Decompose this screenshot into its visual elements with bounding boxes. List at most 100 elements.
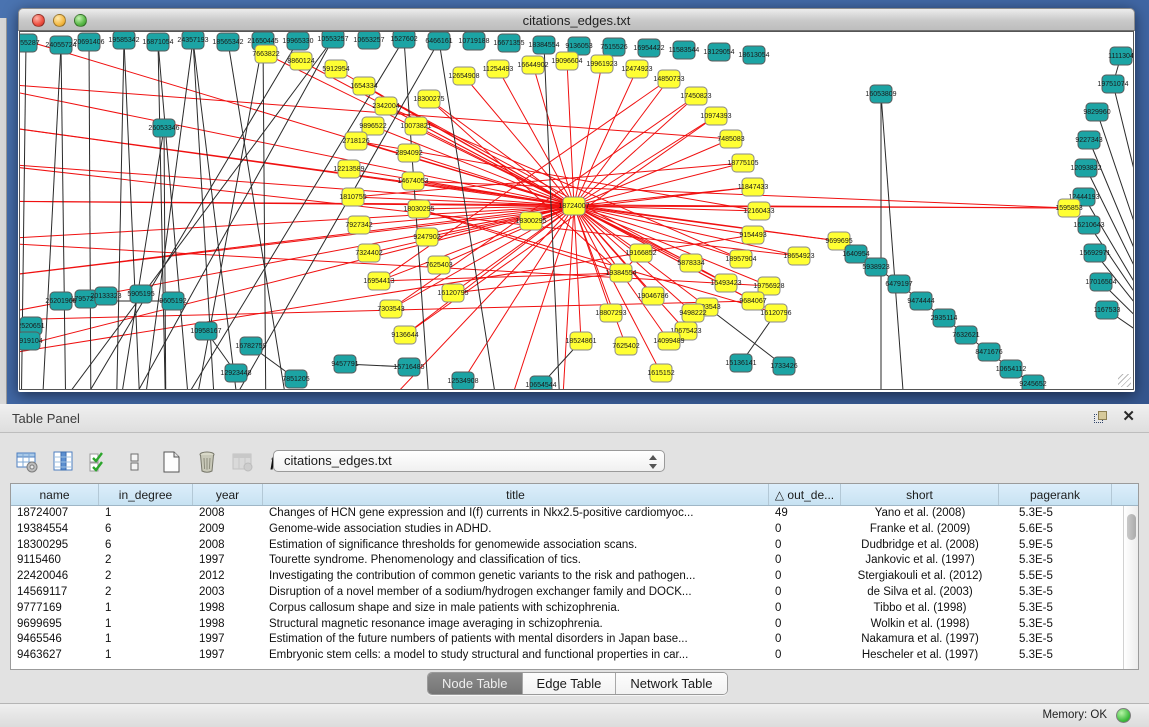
network-node[interactable]: 12923448 xyxy=(220,364,251,382)
network-node[interactable]: 16871054 xyxy=(142,33,173,51)
column-header-pagerank[interactable]: pagerank xyxy=(999,484,1112,505)
table-row[interactable]: 946554611997Estimation of the future num… xyxy=(11,632,1123,648)
citation-edge-red[interactable] xyxy=(561,206,574,390)
delete-table-icon[interactable] xyxy=(194,449,220,475)
network-node[interactable]: 19585342 xyxy=(108,32,139,49)
network-node[interactable]: 9829960 xyxy=(1083,103,1110,121)
network-node[interactable]: 18807293 xyxy=(595,304,626,322)
citation-edge-black[interactable] xyxy=(116,39,333,390)
network-node[interactable]: 2718126 xyxy=(342,132,369,150)
memory-status-indicator[interactable] xyxy=(1116,708,1131,723)
table-row[interactable]: 946362711997Embryonic stem cells: a mode… xyxy=(11,648,1123,664)
network-node[interactable]: 18654923 xyxy=(783,247,814,265)
network-node[interactable]: 15493423 xyxy=(710,274,741,292)
citation-edge-black[interactable] xyxy=(141,40,193,390)
network-node[interactable]: 16954413 xyxy=(363,272,394,290)
network-node[interactable]: 16644902 xyxy=(517,56,548,74)
network-node[interactable]: 17016504 xyxy=(1085,273,1116,291)
table-row[interactable]: 1872400712008Changes of HCN gene express… xyxy=(11,506,1123,522)
citation-edge-red[interactable] xyxy=(20,121,839,241)
network-node[interactable]: 18524861 xyxy=(565,332,596,350)
row-selection-icon[interactable] xyxy=(86,449,112,475)
network-node[interactable]: 7515526 xyxy=(600,38,627,56)
column-header-indegree[interactable]: in_degree xyxy=(99,484,193,505)
network-node[interactable]: 6466161 xyxy=(425,32,452,50)
network-node[interactable]: 19166852 xyxy=(625,244,656,262)
network-node[interactable]: 9154493 xyxy=(739,226,766,244)
network-node[interactable]: 2935114 xyxy=(931,309,958,327)
network-node[interactable]: 7632621 xyxy=(952,326,979,344)
table-row[interactable]: 1456911722003Disruption of a novel membe… xyxy=(11,585,1123,601)
network-node[interactable]: 19965330 xyxy=(282,32,313,50)
network-node[interactable]: 10073821 xyxy=(400,117,431,135)
network-node[interactable]: 11254493 xyxy=(483,60,514,78)
network-node[interactable]: 1595853 xyxy=(1055,199,1082,217)
network-node[interactable]: 10974393 xyxy=(700,107,731,125)
network-node[interactable]: 19961923 xyxy=(586,55,617,73)
table-row[interactable]: 1830029562008Estimation of significance … xyxy=(11,538,1123,554)
column-header-title[interactable]: title xyxy=(263,484,769,505)
table-mode-icon[interactable] xyxy=(14,449,40,475)
network-node[interactable]: 1810755 xyxy=(339,188,366,206)
network-node[interactable]: 18030295 xyxy=(403,200,434,218)
citation-edge-black[interactable] xyxy=(1097,112,1134,361)
network-node[interactable]: 18384554 xyxy=(528,36,559,54)
network-node[interactable]: 2894092 xyxy=(395,144,422,162)
network-node[interactable]: 5878334 xyxy=(677,254,704,272)
network-node[interactable]: 16954422 xyxy=(633,39,664,57)
float-panel-icon[interactable] xyxy=(1094,411,1109,426)
network-node[interactable]: 10719188 xyxy=(458,32,489,50)
network-node[interactable]: 10653257 xyxy=(353,32,384,49)
column-header-year[interactable]: year xyxy=(193,484,263,505)
network-node[interactable]: 9245652 xyxy=(1019,375,1046,390)
network-node[interactable]: 24055724 xyxy=(45,36,76,54)
tab-edge-table[interactable]: Edge Table xyxy=(523,673,617,694)
network-node[interactable]: 5912954 xyxy=(322,60,349,78)
citation-edge-black[interactable] xyxy=(263,41,266,390)
column-header-name[interactable]: name xyxy=(11,484,99,505)
network-node[interactable]: 16120795 xyxy=(437,284,468,302)
network-node[interactable]: 18613054 xyxy=(738,46,769,64)
window-resize-grip[interactable] xyxy=(1118,374,1131,387)
citation-edge-black[interactable] xyxy=(1101,282,1134,361)
network-node[interactable]: 12160433 xyxy=(743,202,774,220)
network-node[interactable]: 11583544 xyxy=(669,41,700,59)
network-node[interactable]: 20133323 xyxy=(90,287,121,305)
network-node[interactable]: 13129054 xyxy=(703,43,734,61)
window-titlebar[interactable]: citations_edges.txt xyxy=(18,8,1135,31)
network-node[interactable]: 2342004 xyxy=(372,97,399,115)
network-node[interactable]: 1111304 xyxy=(1108,47,1134,65)
network-node[interactable]: 9247902 xyxy=(413,228,440,246)
network-node[interactable]: 1167533 xyxy=(1094,301,1121,319)
network-node[interactable]: 12093822 xyxy=(1070,159,1101,177)
network-node[interactable]: 7663822 xyxy=(252,45,279,63)
network-node[interactable]: 7324402 xyxy=(355,244,382,262)
citation-edge-red[interactable] xyxy=(20,81,574,206)
column-header-outde[interactable]: △ out_de... xyxy=(769,484,841,505)
network-node[interactable]: 19751074 xyxy=(1097,75,1128,93)
citation-edge-black[interactable] xyxy=(881,94,906,390)
network-node[interactable]: 9227343 xyxy=(1075,131,1102,149)
citation-edge-red[interactable] xyxy=(574,206,581,341)
network-node[interactable]: 15136141 xyxy=(725,354,756,372)
network-node[interactable]: 18300295 xyxy=(515,212,546,230)
network-node[interactable]: 1615152 xyxy=(647,364,674,382)
network-node[interactable]: 1527602 xyxy=(390,32,417,48)
network-node[interactable]: 18565342 xyxy=(212,33,243,51)
network-node[interactable]: 10654112 xyxy=(996,360,1027,378)
table-row[interactable]: 911546021997Tourette syndrome. Phenomeno… xyxy=(11,553,1123,569)
network-node[interactable]: 8471676 xyxy=(975,343,1002,361)
network-node[interactable]: 26201965 xyxy=(45,292,76,310)
network-node[interactable]: 19046786 xyxy=(637,287,668,305)
close-panel-icon[interactable]: ✕ xyxy=(1122,409,1135,425)
network-node[interactable]: 5905195 xyxy=(127,285,154,303)
network-node[interactable]: 9684067 xyxy=(739,292,766,310)
table-row[interactable]: 2242004622012Investigating the contribut… xyxy=(11,569,1123,585)
network-node[interactable]: 9136644 xyxy=(391,326,418,344)
network-node[interactable]: 3919104 xyxy=(20,332,43,350)
network-node[interactable]: 9605192 xyxy=(159,292,186,310)
table-row[interactable]: 1938455462009Genome-wide association stu… xyxy=(11,522,1123,538)
network-node[interactable]: 17450823 xyxy=(680,87,711,105)
network-node[interactable]: 8055287 xyxy=(20,34,40,52)
network-node[interactable]: 14674053 xyxy=(397,172,428,190)
